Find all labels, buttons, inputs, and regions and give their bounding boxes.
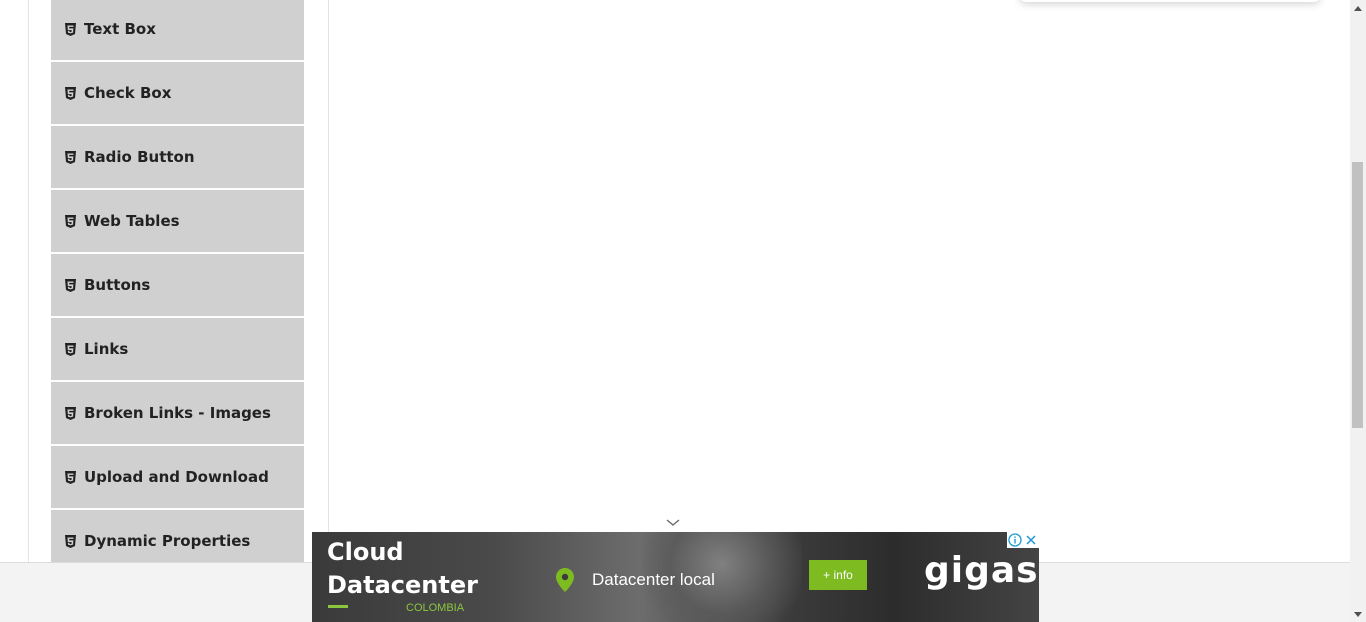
ad-brand-logo: gigas (924, 550, 1039, 591)
ad-title-line-1: Cloud (327, 538, 404, 566)
location-pin-icon (556, 568, 574, 592)
vertical-scrollbar[interactable] (1350, 0, 1366, 622)
ad-info-button[interactable]: + info (809, 560, 867, 590)
ad-controls (1007, 532, 1039, 548)
html5-icon (65, 214, 76, 228)
sidebar-item-links[interactable]: Links (51, 318, 304, 380)
sidebar-item-web-tables[interactable]: Web Tables (51, 190, 304, 252)
sidebar-item-label: Text Box (84, 20, 156, 38)
sidebar-item-broken-links[interactable]: Broken Links - Images (51, 382, 304, 444)
html5-icon (65, 22, 76, 36)
ad-accent-line (328, 605, 348, 608)
advertisement-banner[interactable]: Cloud Datacenter COLOMBIA Datacenter loc… (312, 532, 1039, 622)
sidebar-item-upload-download[interactable]: Upload and Download (51, 446, 304, 508)
html5-icon (65, 534, 76, 548)
ad-title-line-2: Datacenter (327, 571, 478, 599)
sidebar-item-label: Web Tables (84, 212, 180, 230)
scroll-up-arrow-icon[interactable] (1350, 0, 1366, 16)
ad-title: Cloud Datacenter (327, 536, 478, 602)
html5-icon (65, 342, 76, 356)
page-viewport: Text Box Check Box Radio Button Web Tabl… (0, 0, 1350, 622)
sidebar-item-buttons[interactable]: Buttons (51, 254, 304, 316)
floating-panel-edge (1020, 0, 1320, 2)
content-divider (328, 0, 329, 562)
sidebar-item-text-box[interactable]: Text Box (51, 0, 304, 60)
sidebar-item-label: Buttons (84, 276, 151, 294)
html5-icon (65, 278, 76, 292)
sidebar-item-label: Dynamic Properties (84, 532, 251, 550)
ad-location-text: Datacenter local (592, 570, 715, 589)
sidebar-item-label: Radio Button (84, 148, 195, 166)
ad-info-icon[interactable] (1008, 533, 1022, 547)
scroll-down-arrow-icon[interactable] (1350, 606, 1366, 622)
sidebar-item-label: Links (84, 340, 129, 358)
ad-close-icon[interactable] (1024, 533, 1038, 547)
html5-icon (65, 470, 76, 484)
html5-icon (65, 86, 76, 100)
sidebar-item-label: Check Box (84, 84, 172, 102)
sidebar-item-label: Upload and Download (84, 468, 269, 486)
left-divider (28, 0, 29, 562)
sidebar-menu: Text Box Check Box Radio Button Web Tabl… (51, 0, 304, 574)
scrollbar-thumb[interactable] (1352, 162, 1363, 428)
html5-icon (65, 150, 76, 164)
sidebar-item-check-box[interactable]: Check Box (51, 62, 304, 124)
sidebar-item-radio-button[interactable]: Radio Button (51, 126, 304, 188)
ad-country: COLOMBIA (406, 602, 465, 614)
chevron-down-icon[interactable] (666, 518, 680, 528)
html5-icon (65, 406, 76, 420)
sidebar-item-label: Broken Links - Images (84, 404, 271, 422)
